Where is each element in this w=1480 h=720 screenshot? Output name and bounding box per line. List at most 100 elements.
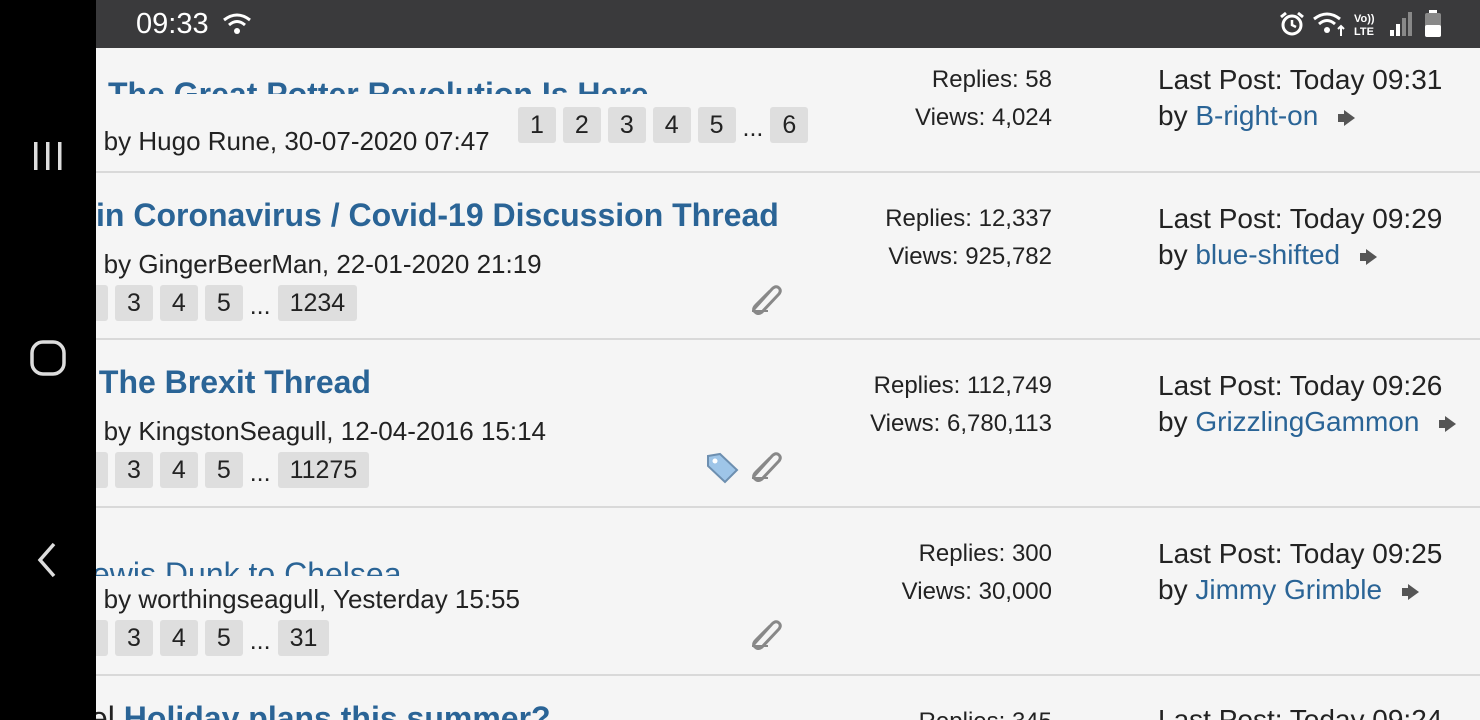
alarm-icon [1280,11,1304,36]
page-link[interactable]: 1 [518,107,556,143]
last-post-time: Last Post: Today 09:26 [1158,370,1443,401]
page-link[interactable]: 3 [115,285,153,321]
replies-count: Replies: 12,337 [885,205,1052,232]
home-button[interactable] [22,332,74,384]
page-link[interactable]: 1234 [277,285,358,321]
wifi-data-icon [1313,12,1345,36]
page-link[interactable]: 3 [115,620,153,656]
thread-row: in Coronavirus / Covid-19 Discussion Thr… [96,173,1480,340]
ellipsis: ... [249,627,271,655]
views-count: Views: 4,024 [915,104,1052,131]
page-link[interactable] [96,452,108,488]
clock: 09:33 [136,8,209,40]
volte-icon: Vo)) LTE [1354,13,1375,38]
go-to-last-post-icon[interactable] [1401,583,1419,600]
go-to-last-post-icon[interactable] [1359,248,1377,265]
replies-count: Replies: 345 [919,708,1052,720]
thread-title[interactable]: in Coronavirus / Covid-19 Discussion Thr… [96,197,779,234]
replies-count: Replies: 58 [931,66,1052,93]
thread-title-wrap: l: The Brexit Thread [96,364,371,401]
replies-count: Replies: 300 [918,540,1052,567]
svg-text:LTE: LTE [1354,26,1374,38]
navigation-bar [0,0,96,720]
go-to-last-post-icon[interactable] [1338,109,1356,126]
page-link[interactable] [96,285,108,321]
ellipsis: ... [249,292,271,320]
thread-title-clip: The Great Potter Revolution Is Here [96,48,656,94]
page-link[interactable]: 5 [204,452,243,488]
page-link[interactable]: 11275 [277,452,370,488]
page-link[interactable]: 2 [562,107,601,143]
last-post-by: by Jimmy Grimble [1158,574,1419,606]
page-link[interactable]: 4 [159,285,198,321]
last-post-user[interactable]: B-right-on [1195,100,1318,131]
recent-apps-button[interactable] [22,130,74,182]
thread-title-clip: ewis Dunk to Chelsea [96,508,656,576]
status-bar: 09:33 Vo)) LTE [0,0,1480,48]
page-link[interactable]: 5 [204,620,243,656]
thread-title[interactable]: ewis Dunk to Chelsea [96,556,401,576]
last-post-by: by GrizzlingGammon [1158,406,1457,438]
by-label: by [1158,100,1188,131]
page-link[interactable]: 31 [277,620,330,656]
thread-list: The Great Potter Revolution Is Here d by… [96,48,1480,720]
thread-row: The Great Potter Revolution Is Here d by… [96,48,1480,173]
paperclip-icon [752,285,782,315]
page-link[interactable] [96,620,108,656]
thread-started: d by Hugo Rune, 30-07-2020 07:47 [96,126,490,156]
ellipsis: ... [742,114,764,142]
last-post-time: Last Post: Today 09:25 [1158,538,1443,569]
page-link[interactable]: 5 [204,285,243,321]
last-post-by: by B-right-on [1158,100,1356,132]
back-button[interactable] [22,534,74,586]
last-post-time: Last Post: Today 09:29 [1158,203,1443,234]
views-count: Views: 925,782 [888,243,1052,270]
thread-prefix: vel [96,700,115,720]
replies-count: Replies: 112,749 [873,372,1052,399]
thread-title[interactable]: The Great Potter Revolution Is Here [108,76,649,94]
paperclip-icon [752,620,782,650]
by-label: by [1158,574,1188,605]
last-post-user[interactable]: Jimmy Grimble [1195,574,1382,605]
go-to-last-post-icon[interactable] [1439,415,1457,432]
wifi-icon [223,13,251,34]
last-post-user[interactable]: blue-shifted [1195,239,1340,270]
thread-title-wrap: vel Holiday plans this summer? [96,700,551,720]
thread-title[interactable]: The Brexit Thread [99,364,371,400]
last-post-user[interactable]: GrizzlingGammon [1195,406,1419,437]
last-post-time: Last Post: Today 09:24 [1158,704,1443,720]
views-count: Views: 6,780,113 [870,410,1052,437]
paperclip-icon [752,452,782,482]
page-link[interactable]: 4 [159,452,198,488]
pagination: 3 4 5 ... 1234 [96,285,364,321]
pagination: 3 4 5 ... 11275 [96,452,376,488]
home-icon [30,340,66,376]
pagination: 1 2 3 4 5 ... 6 [518,107,815,143]
ellipsis: ... [249,459,271,487]
last-post-by: by blue-shifted [1158,239,1377,271]
page-link[interactable]: 5 [697,107,736,143]
page-link[interactable]: 4 [652,107,691,143]
back-icon [37,542,56,578]
thread-row: l: The Brexit Thread d by KingstonSeagul… [96,340,1480,508]
recent-apps-icon [34,142,62,170]
thread-row: vel Holiday plans this summer? Replies: … [96,676,1480,720]
thread-started: d by GingerBeerMan, 22-01-2020 21:19 [96,249,542,279]
battery-icon [1425,10,1441,37]
last-post-time: Last Post: Today 09:31 [1158,64,1443,95]
page-link[interactable]: 3 [607,107,646,143]
thread-row: ewis Dunk to Chelsea d by worthingseagul… [96,508,1480,676]
views-count: Views: 30,000 [901,578,1052,605]
page-link[interactable]: 6 [770,107,809,143]
svg-text:Vo)): Vo)) [1354,13,1375,25]
thread-started: d by worthingseagull, Yesterday 15:55 [96,584,520,614]
tag-icon [707,452,739,484]
page-link[interactable]: 3 [115,452,153,488]
signal-icon [1390,12,1412,36]
thread-title[interactable]: Holiday plans this summer? [124,700,551,720]
pagination: 3 4 5 ... 31 [96,620,336,656]
page-link[interactable]: 4 [159,620,198,656]
by-label: by [1158,406,1188,437]
by-label: by [1158,239,1188,270]
thread-started: d by KingstonSeagull, 12-04-2016 15:14 [96,416,547,446]
